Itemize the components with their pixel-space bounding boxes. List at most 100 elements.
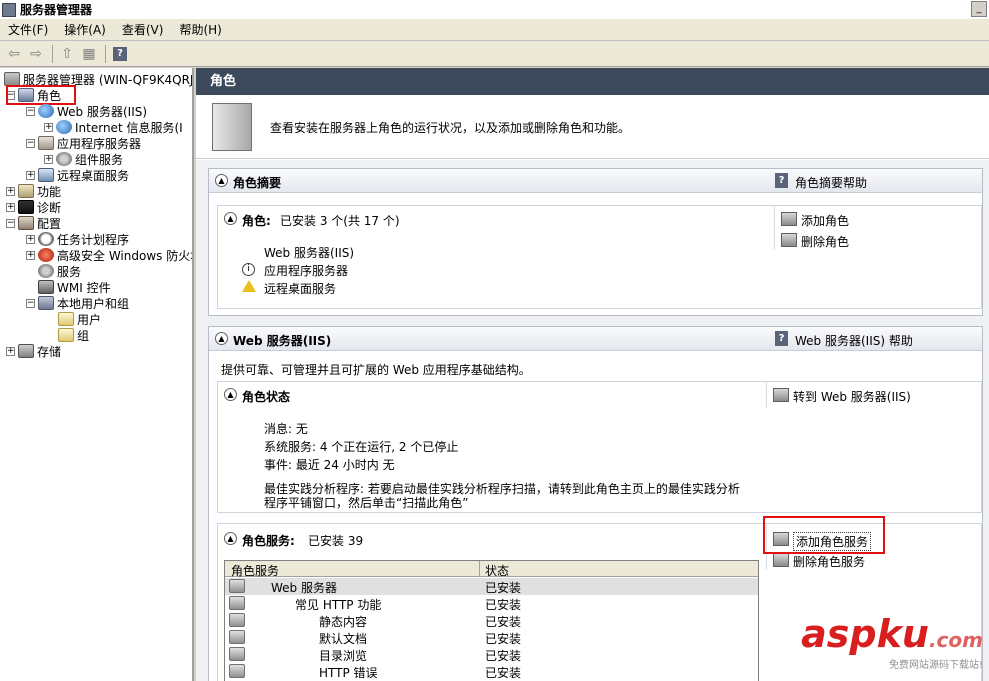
tree-label: 用户: [77, 312, 102, 327]
role-services-table[interactable]: 角色服务 状态 Web 服务器 已安装 常见 HTTP 功能 已安装 静态内容 …: [224, 560, 759, 681]
expand-icon[interactable]: +: [26, 250, 35, 260]
title-bar: 服务器管理器 _: [0, 0, 989, 19]
tree-item-task-scheduler[interactable]: + 任务计划程序: [26, 231, 129, 247]
section-title: 角色摘要: [233, 176, 282, 190]
collapse-icon[interactable]: −: [26, 138, 35, 148]
tree-item-remote-desktop[interactable]: + 远程桌面服务: [26, 167, 129, 183]
web-server-help-link[interactable]: Web 服务器(IIS) 帮助: [795, 332, 913, 349]
tree-item-firewall[interactable]: + 高级安全 Windows 防火墙: [26, 247, 192, 263]
role-service-icon: [229, 613, 245, 627]
features-icon: [18, 184, 34, 198]
menu-file[interactable]: 文件(F): [0, 21, 56, 38]
up-folder-icon[interactable]: ⇧: [57, 44, 77, 64]
collapse-section-icon[interactable]: ▲: [224, 388, 237, 401]
web-server-description: 提供可靠、可管理并且可扩展的 Web 应用程序基础结构。: [221, 363, 531, 377]
menu-help[interactable]: 帮助(H): [171, 21, 229, 38]
server-manager-icon: [2, 2, 16, 17]
service-status: 已安装: [485, 649, 522, 663]
menu-view[interactable]: 查看(V): [114, 21, 172, 38]
collapse-section-icon[interactable]: ▲: [215, 332, 228, 345]
table-row[interactable]: 静态内容 已安装: [225, 612, 758, 629]
tree-item-local-users[interactable]: − 本地用户和组: [26, 295, 129, 311]
forward-arrow-icon[interactable]: ⇨: [26, 44, 46, 64]
role-service-icon: [229, 630, 245, 644]
role-app-server[interactable]: 应用程序服务器: [264, 262, 348, 279]
help-icon: ?: [775, 173, 788, 188]
firewall-icon: [38, 248, 54, 262]
section-header: ▲ 角色摘要 ? 角色摘要帮助: [209, 169, 982, 193]
toolbar-separator: [52, 44, 53, 63]
expand-icon[interactable]: +: [6, 186, 15, 196]
remove-roles-icon: [781, 233, 797, 247]
expand-icon[interactable]: +: [6, 202, 15, 212]
server-icon: [4, 72, 20, 86]
roles-installed-count: 已安装 3 个(共 17 个): [280, 214, 400, 228]
tree-item-wmi[interactable]: WMI 控件: [38, 279, 111, 295]
column-header-status[interactable]: 状态: [485, 562, 509, 579]
role-status-subsection: ▲ 角色状态 转到 Web 服务器(IIS) 消息: 无 系统服务: 4 个正在…: [217, 381, 982, 513]
tree-item-web-server[interactable]: − Web 服务器(IIS): [26, 103, 147, 119]
section-title: Web 服务器(IIS): [233, 334, 332, 348]
status-events: 事件: 最近 24 小时内 无: [264, 458, 395, 472]
minimize-button[interactable]: _: [971, 1, 987, 17]
navigation-tree: 服务器管理器 (WIN-QF9K4QRJNK − 角色 − Web 服务器(II…: [0, 68, 194, 681]
collapse-section-icon[interactable]: ▲: [224, 212, 237, 225]
tree-item-services[interactable]: 服务: [38, 263, 81, 279]
collapse-icon[interactable]: −: [6, 218, 15, 228]
remove-role-services-link[interactable]: 删除角色服务: [793, 553, 865, 570]
tree-item-users[interactable]: 用户: [58, 311, 101, 327]
add-roles-link[interactable]: 添加角色: [801, 212, 849, 229]
page-title: 角色: [196, 68, 989, 95]
expand-icon[interactable]: +: [44, 122, 53, 132]
tree-item-app-server[interactable]: − 应用程序服务器: [26, 135, 141, 151]
tree-item-storage[interactable]: + 存储: [6, 343, 61, 359]
service-status: 已安装: [485, 632, 522, 646]
expand-icon[interactable]: +: [44, 154, 53, 164]
column-header-service[interactable]: 角色服务: [231, 562, 279, 579]
table-row[interactable]: Web 服务器 已安装: [225, 578, 758, 595]
window-title: 服务器管理器: [20, 3, 93, 17]
expand-icon[interactable]: +: [6, 346, 15, 356]
role-web-server[interactable]: Web 服务器(IIS): [264, 244, 354, 261]
menu-bar: 文件(F) 操作(A) 查看(V) 帮助(H): [0, 19, 989, 41]
table-row[interactable]: 默认文档 已安装: [225, 629, 758, 646]
role-services-label: 角色服务:: [242, 534, 295, 548]
expand-icon[interactable]: +: [26, 170, 35, 180]
role-remote-desktop[interactable]: 远程桌面服务: [264, 280, 336, 297]
tree-item-configuration[interactable]: − 配置: [6, 215, 61, 231]
tree-item-groups[interactable]: 组: [58, 327, 89, 343]
goto-icon: [773, 388, 789, 402]
goto-web-server-link[interactable]: 转到 Web 服务器(IIS): [793, 388, 911, 405]
site-watermark: aspku.com 免费网站源码下载站!: [801, 612, 983, 671]
table-row[interactable]: 常见 HTTP 功能 已安装: [225, 595, 758, 612]
watermark-subtitle: 免费网站源码下载站!: [888, 660, 983, 671]
tree-label: 远程桌面服务: [57, 168, 130, 183]
table-row[interactable]: 目录浏览 已安装: [225, 646, 758, 663]
roles-actions: 添加角色 删除角色: [774, 206, 981, 250]
status-bpa-line2: 程序平铺窗口，然后单击“扫描此角色”: [264, 496, 469, 510]
tree-item-components[interactable]: + 组件服务: [44, 151, 123, 167]
roles-summary-help-link[interactable]: 角色摘要帮助: [795, 174, 867, 191]
help-button[interactable]: ?: [110, 44, 130, 64]
remove-roles-link[interactable]: 删除角色: [801, 233, 849, 250]
expand-icon[interactable]: +: [26, 234, 35, 244]
tree-item-diagnostics[interactable]: + 诊断: [6, 199, 61, 215]
roles-summary-section: ▲ 角色摘要 ? 角色摘要帮助 ▲ 角色: 已安装 3 个(共 17 个) We…: [208, 168, 983, 316]
collapse-section-icon[interactable]: ▲: [224, 532, 237, 545]
table-row[interactable]: HTTP 错误 已安装: [225, 663, 758, 680]
tree-item-features[interactable]: + 功能: [6, 183, 61, 199]
back-arrow-icon[interactable]: ⇦: [4, 44, 24, 64]
configuration-icon: [18, 216, 34, 230]
service-name: 目录浏览: [319, 649, 368, 663]
collapse-icon[interactable]: −: [26, 106, 35, 116]
menu-action[interactable]: 操作(A): [56, 21, 114, 38]
tree-item-iis[interactable]: + Internet 信息服务(I: [44, 119, 183, 135]
show-hide-tree-icon[interactable]: ▦: [79, 44, 99, 64]
collapse-icon[interactable]: −: [26, 298, 35, 308]
toolbar: ⇦ ⇨ ⇧ ▦ ?: [0, 41, 989, 67]
iis-icon: [56, 120, 72, 134]
service-status: 已安装: [485, 666, 522, 680]
role-status-title: 角色状态: [242, 390, 291, 404]
collapse-section-icon[interactable]: ▲: [215, 174, 228, 187]
service-status: 已安装: [485, 615, 522, 629]
